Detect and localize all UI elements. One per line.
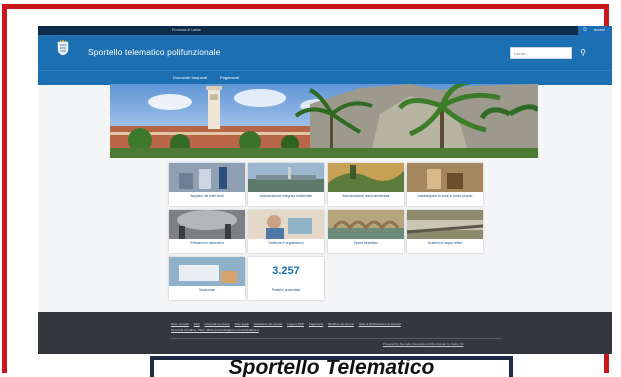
- tile-image: [248, 210, 324, 239]
- tile-label: Emissioni in atmosfera: [190, 241, 224, 245]
- province-crest-icon: [57, 39, 69, 56]
- tile-image: [169, 257, 245, 286]
- tile-label: Autotrasporto di cose in conto proprio: [417, 194, 473, 198]
- user-icon: ☺: [582, 27, 589, 33]
- service-tile[interactable]: Autorizzazione integrata ambientale: [248, 163, 324, 206]
- footer-contact[interactable]: Provincia di Latina - PEC: ufficio.proto…: [171, 328, 259, 332]
- footer-link[interactable]: Note correlati: [171, 322, 189, 326]
- powered-by-link[interactable]: Powered by Sportello Telematico Polifunz…: [383, 342, 464, 346]
- service-tile[interactable]: Autorizzazione unica ambientale: [328, 163, 404, 206]
- login-button[interactable]: ☺ Accedi: [578, 26, 612, 35]
- footer-link[interactable]: Leggi e PNP: [287, 322, 304, 326]
- hero-banner-image: [110, 84, 538, 158]
- tile-label: Autorizzazione unica ambientale: [342, 194, 390, 198]
- footer-link[interactable]: Note legali: [235, 322, 249, 326]
- main-nav: Domande frequenti Pagamenti: [38, 70, 612, 85]
- tile-label: Acquisto dei tratti verdi: [190, 194, 224, 198]
- nav-item-faq[interactable]: Domande frequenti: [173, 75, 207, 80]
- footer-links: Note correlati FAQ Informativa privacy N…: [171, 321, 501, 333]
- service-tile[interactable]: Gestione e segnalazioni: [248, 210, 324, 253]
- tile-image: [248, 163, 324, 192]
- tile-label: Sanzionale: [198, 288, 216, 292]
- tile-image: [328, 163, 404, 192]
- tile-label: Pratiche presentate: [271, 288, 301, 292]
- service-tile[interactable]: Opere idrauliche: [328, 210, 404, 253]
- service-tile[interactable]: Emissioni in atmosfera: [169, 210, 245, 253]
- service-tile[interactable]: Acquisto dei tratti verdi: [169, 163, 245, 206]
- tile-image: [169, 210, 245, 239]
- tile-label: Scarichi di acque reflue: [427, 241, 463, 245]
- footer-link[interactable]: Note di dichiarazione di accessi: [359, 322, 401, 326]
- search-icon[interactable]: ⚲: [575, 45, 591, 61]
- service-tile[interactable]: Scarichi di acque reflue: [407, 210, 483, 253]
- tile-label: Autorizzazione integrata ambientale: [259, 194, 313, 198]
- footer-link[interactable]: FAQ: [194, 322, 200, 326]
- service-tile[interactable]: Autotrasporto di cose in conto proprio: [407, 163, 483, 206]
- tile-image: [169, 163, 245, 192]
- statistics-tile[interactable]: 3.257 Pratiche presentate: [248, 257, 324, 300]
- footer-link[interactable]: Pagamenti: [309, 322, 323, 326]
- footer-link[interactable]: Statistiche del portale: [254, 322, 283, 326]
- tile-image: [407, 210, 483, 239]
- tile-label: Opere idrauliche: [353, 241, 379, 245]
- site-header: Sportello telematico polifunzionale Cerc…: [38, 35, 612, 70]
- login-label: Accedi: [594, 28, 605, 32]
- tile-label: Gestione e segnalazioni: [268, 241, 304, 245]
- site-title[interactable]: Sportello telematico polifunzionale: [88, 47, 221, 57]
- site-footer: Note correlati FAQ Informativa privacy N…: [38, 312, 612, 354]
- footer-link[interactable]: Informativa privacy: [205, 322, 230, 326]
- top-bar: Provincia di Latina ☺ Accedi: [38, 26, 612, 35]
- province-link[interactable]: Provincia di Latina: [172, 28, 201, 32]
- nav-item-payments[interactable]: Pagamenti: [220, 75, 239, 80]
- search-input[interactable]: Cerca...: [510, 47, 572, 59]
- footer-divider: [171, 338, 501, 339]
- tile-image: [328, 210, 404, 239]
- caption-box: Sportello Telematico: [150, 356, 513, 377]
- service-tile[interactable]: Sanzionale: [169, 257, 245, 300]
- browser-page: Provincia di Latina ☺ Accedi Sportello t…: [38, 26, 612, 354]
- footer-link[interactable]: Modifica documenti: [328, 322, 354, 326]
- tile-image: [407, 163, 483, 192]
- statistics-value: 3.257: [272, 265, 300, 277]
- caption-text: Sportello Telematico: [228, 356, 435, 377]
